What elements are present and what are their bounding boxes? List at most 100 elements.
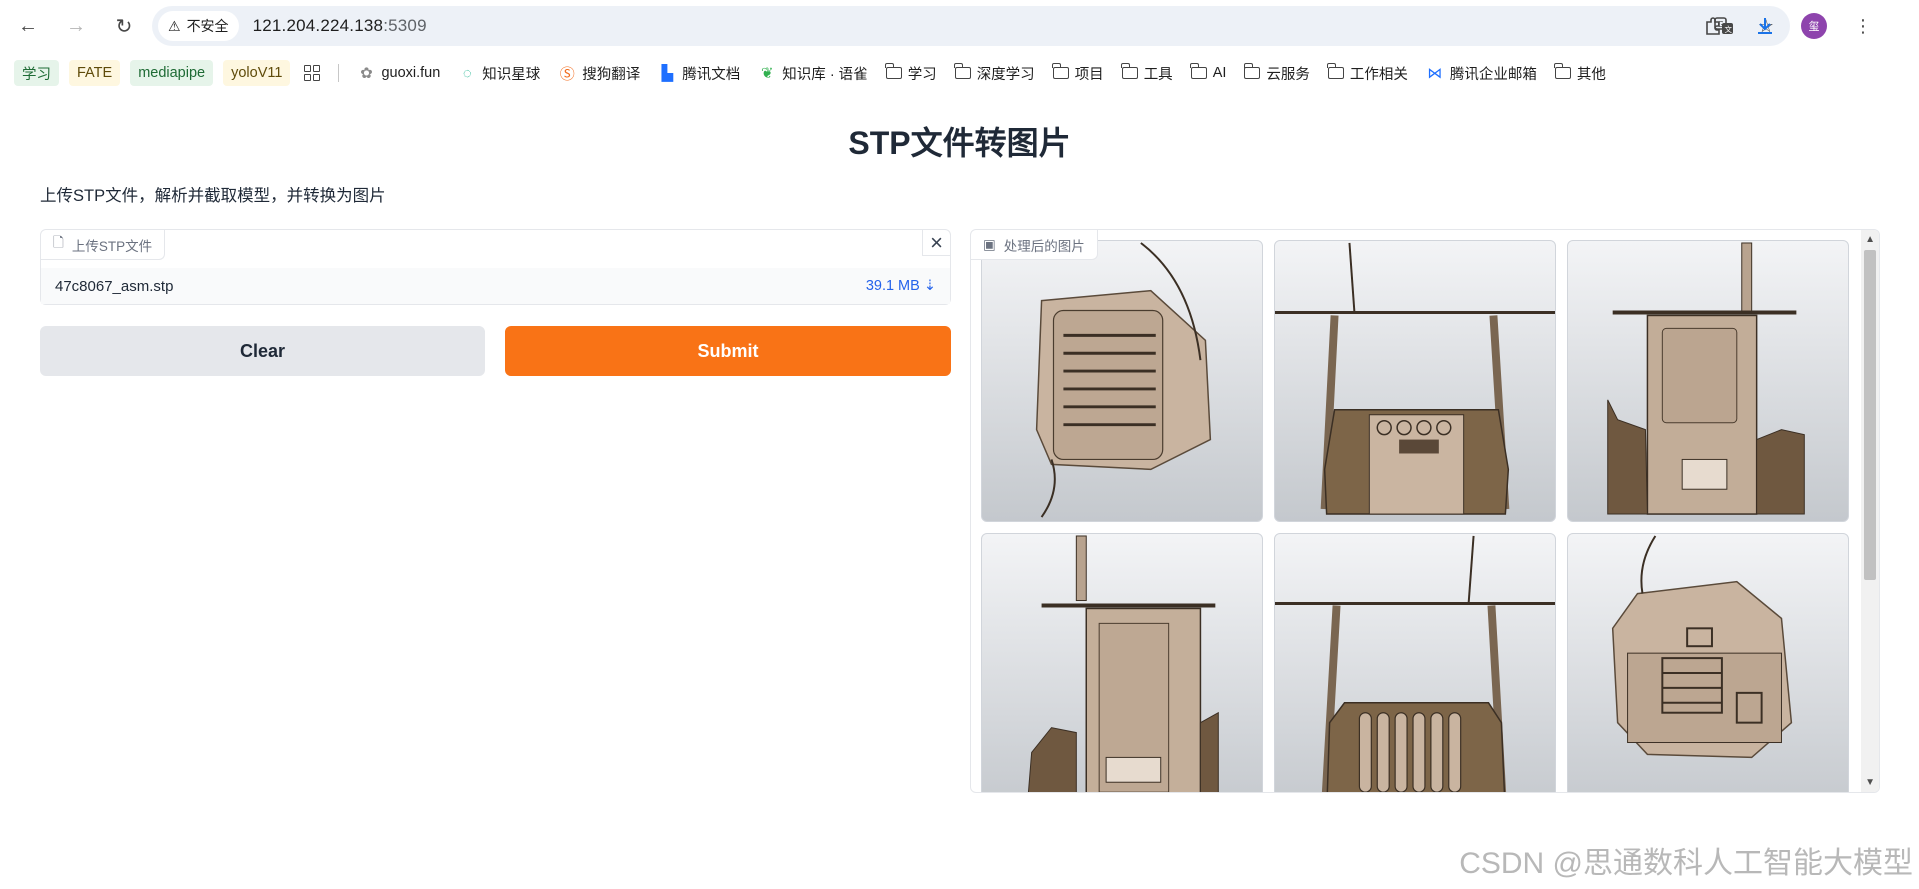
reload-icon: ↻ — [115, 15, 133, 38]
bookmark-tag[interactable]: FATE — [69, 60, 121, 86]
apps-button[interactable] — [300, 60, 324, 86]
url-port: :5309 — [383, 16, 427, 35]
gallery-image[interactable] — [1567, 533, 1849, 792]
model-side-view — [1607, 242, 1805, 515]
bookmark-item[interactable]: ❦ 知识库 · 语雀 — [754, 60, 871, 86]
download-icon[interactable] — [1749, 10, 1781, 42]
bookmark-label: 云服务 — [1266, 66, 1310, 83]
address-bar[interactable]: ⚠ 不安全 121.204.224.138:5309 G文 ☆ — [152, 6, 1790, 46]
tencent-mail-icon: ⋈ — [1427, 65, 1443, 82]
bookmark-label: AI — [1212, 65, 1227, 81]
model-rear-side-view — [1027, 535, 1219, 792]
bookmark-label: 项目 — [1074, 66, 1104, 83]
bookmark-folder[interactable]: 工作相关 — [1324, 60, 1412, 86]
folder-icon — [1052, 63, 1069, 79]
browser-tools: 玺 ⋮ — [1697, 6, 1879, 46]
watermark: CSDN @思通数科人工智能大模型 — [1459, 847, 1913, 880]
gallery-image[interactable] — [981, 533, 1263, 792]
bookmark-item[interactable]: ⋈ 腾讯企业邮箱 — [1422, 60, 1541, 86]
close-icon: × — [930, 229, 943, 255]
forward-arrow-icon: → — [66, 14, 86, 37]
url-text[interactable]: 121.204.224.138:5309 — [253, 16, 427, 36]
bookmark-item[interactable]: ✿ guoxi.fun — [353, 60, 444, 86]
bookmark-item[interactable]: ◌ 知识星球 — [454, 60, 544, 86]
bookmark-label: 搜狗翻译 — [582, 66, 641, 83]
gallery-image[interactable] — [981, 240, 1263, 522]
clear-button[interactable]: Clear — [40, 326, 485, 376]
uploaded-file-row[interactable]: 47c8067_asm.stp 39.1 MB ⇣ — [41, 268, 950, 304]
reload-button[interactable]: ↻ — [104, 6, 144, 46]
planet-icon: ◌ — [462, 64, 472, 82]
upload-label: 🗋 上传STP文件 — [41, 230, 166, 260]
submit-button[interactable]: Submit — [505, 326, 951, 376]
scroll-thumb[interactable] — [1864, 250, 1876, 580]
folder-icon — [1327, 63, 1344, 79]
gallery-label: ▣ 处理后的图片 — [971, 230, 1098, 260]
bookmark-item[interactable]: Ⓢ 搜狗翻译 — [554, 60, 644, 86]
scroll-down-icon[interactable]: ▼ — [1865, 777, 1875, 788]
bookmark-label: 腾讯企业邮箱 — [1449, 66, 1537, 83]
globe-icon: ✿ — [360, 65, 373, 82]
model-bottom-view — [1611, 535, 1793, 759]
bookmark-label: 腾讯文档 — [682, 66, 741, 83]
folder-icon — [1121, 63, 1138, 79]
gallery-image[interactable] — [1274, 533, 1556, 792]
bookmark-separator — [338, 64, 340, 82]
security-chip[interactable]: ⚠ 不安全 — [158, 11, 239, 41]
output-gallery: ▣ 处理后的图片 ▲ ▼ — [970, 229, 1880, 793]
bookmark-tag[interactable]: yoloV11 — [223, 60, 291, 86]
back-button[interactable]: ← — [8, 6, 48, 46]
gallery-grid — [981, 240, 1853, 792]
warning-icon: ⚠ — [168, 17, 181, 34]
tencent-docs-icon: ▙ — [661, 65, 674, 82]
bookmark-folder[interactable]: 工具 — [1118, 60, 1177, 86]
upload-label-text: 上传STP文件 — [71, 238, 153, 254]
security-label: 不安全 — [186, 18, 229, 34]
profile-avatar[interactable]: 玺 — [1801, 13, 1827, 39]
model-front-view — [1275, 242, 1555, 515]
scroll-up-icon[interactable]: ▲ — [1865, 234, 1875, 245]
sogou-icon: Ⓢ — [559, 65, 575, 83]
page-description: 上传STP文件，解析并截取模型，并转换为图片 — [40, 187, 386, 205]
yuque-icon: ❦ — [761, 65, 774, 82]
bookmark-label: 深度学习 — [976, 66, 1035, 83]
bookmarks-bar: 学习 FATE mediapipe yoloV11 ✿ guoxi.fun ◌ 知识… — [0, 56, 1919, 90]
bookmark-label: 知识库 · 语雀 — [782, 66, 868, 83]
url-host: 121.204.224.138 — [252, 16, 384, 35]
back-arrow-icon: ← — [18, 14, 38, 37]
clear-file-button[interactable]: × — [922, 230, 950, 256]
file-name: 47c8067_asm.stp — [55, 277, 174, 295]
bookmark-tag[interactable]: 学习 — [14, 60, 59, 86]
bookmark-label: 知识星球 — [482, 66, 541, 83]
page-title: STP文件转图片 — [848, 125, 1071, 161]
folder-icon — [885, 63, 902, 79]
forward-button[interactable]: → — [56, 6, 96, 46]
bookmark-folder[interactable]: AI — [1187, 60, 1231, 86]
extensions-icon[interactable] — [1697, 10, 1729, 42]
bookmark-folder[interactable]: 云服务 — [1240, 60, 1314, 86]
gallery-image[interactable] — [1274, 240, 1556, 522]
bookmark-label: 其他 — [1576, 66, 1606, 83]
image-icon: ▣ — [983, 236, 996, 252]
model-top-view — [1035, 242, 1212, 518]
folder-icon — [954, 63, 971, 79]
gallery-image[interactable] — [1567, 240, 1849, 522]
bookmark-folder[interactable]: 深度学习 — [951, 60, 1039, 86]
menu-kebab-icon[interactable]: ⋮ — [1847, 10, 1879, 42]
bookmark-folder[interactable]: 学习 — [882, 60, 941, 86]
bookmark-label: 学习 — [907, 66, 937, 83]
folder-icon — [1554, 63, 1571, 79]
apps-grid-icon — [304, 65, 321, 81]
gallery-scrollbar[interactable]: ▲ ▼ — [1861, 230, 1879, 792]
bookmark-tag[interactable]: mediapipe — [130, 60, 214, 86]
bookmark-label: guoxi.fun — [381, 65, 441, 81]
bookmark-label: 工具 — [1143, 66, 1173, 83]
bookmark-folder[interactable]: 其他 — [1551, 60, 1610, 86]
model-back-view — [1275, 535, 1555, 792]
file-upload-panel[interactable]: 🗋 上传STP文件 × 47c8067_asm.stp 39.1 MB ⇣ — [40, 229, 951, 305]
file-icon: 🗋 — [53, 235, 64, 250]
bookmark-item[interactable]: ▙ 腾讯文档 — [654, 60, 744, 86]
file-size-download-link[interactable]: 39.1 MB ⇣ — [866, 278, 936, 294]
bookmark-folder[interactable]: 项目 — [1049, 60, 1108, 86]
gallery-label-text: 处理后的图片 — [1003, 238, 1085, 254]
